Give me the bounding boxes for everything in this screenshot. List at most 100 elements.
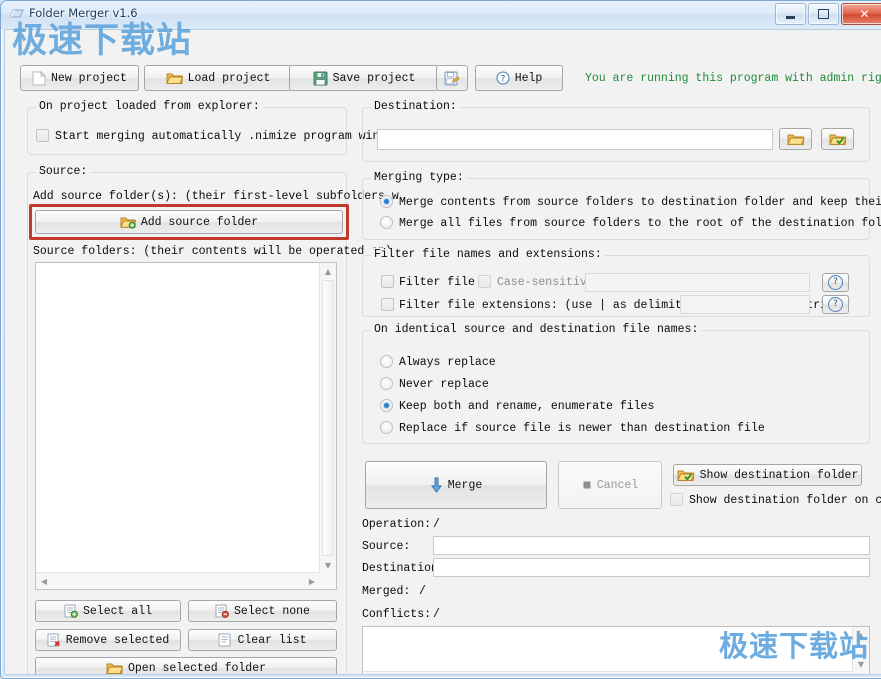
- question-icon: ?: [828, 275, 843, 290]
- add-source-folder-hint: Add source folder(s): (their first-level…: [33, 190, 399, 203]
- admin-rights-notice: You are running this program with admin …: [585, 72, 881, 85]
- scroll-left-icon[interactable]: ◀: [36, 573, 52, 589]
- clear-list-button[interactable]: Clear list: [188, 629, 337, 651]
- source-list-vertical-scrollbar[interactable]: ▲ ▼: [319, 263, 336, 589]
- question-icon: ?: [828, 297, 843, 312]
- svg-text:?: ?: [500, 74, 505, 84]
- maximize-icon: [818, 9, 829, 19]
- cancel-label: Cancel: [596, 478, 639, 492]
- identical-radio-0[interactable]: [380, 355, 393, 368]
- show-destination-folder-label: Show destination folder: [699, 468, 859, 482]
- scroll-down-icon[interactable]: ▼: [853, 656, 869, 672]
- new-project-button[interactable]: New project: [20, 65, 139, 91]
- merging-type-radio-0[interactable]: [380, 195, 393, 208]
- source-folders-list-label: Source folders: (their contents will be …: [33, 245, 392, 258]
- select-all-icon: [64, 604, 78, 618]
- save-disk-icon: [313, 71, 328, 86]
- show-destination-on-complete-label: Show destination folder on comple: [689, 494, 881, 507]
- title-bar[interactable]: Folder Merger v1.6 ✕: [1, 1, 881, 29]
- close-button[interactable]: ✕: [841, 3, 881, 25]
- log-horizontal-scrollbar[interactable]: ◀ ▶: [363, 671, 853, 674]
- folder-icon: [106, 661, 123, 674]
- save-project-as-button[interactable]: [436, 65, 468, 91]
- select-none-icon: [215, 604, 229, 618]
- maximize-button[interactable]: [808, 3, 839, 25]
- operation-value: /: [433, 518, 440, 531]
- identical-label-3: Replace if source file is newer than des…: [399, 422, 765, 435]
- start-merging-automatically-label: Start merging automatically .nimize prog…: [55, 130, 401, 143]
- stop-icon: [582, 480, 592, 490]
- open-selected-folder-button[interactable]: Open selected folder: [35, 657, 337, 674]
- scroll-left-icon[interactable]: ◀: [363, 672, 379, 674]
- form-surface: New project Load project Save project ? …: [5, 30, 881, 674]
- destination-group-legend: Destination:: [371, 100, 460, 113]
- identical-radio-2[interactable]: [380, 399, 393, 412]
- minimize-button[interactable]: [775, 3, 806, 25]
- filter-file-names-help-button[interactable]: ?: [822, 273, 849, 292]
- merge-label: Merge: [447, 478, 483, 492]
- folder-check-icon: [828, 132, 847, 146]
- filter-file-extensions-input[interactable]: [680, 295, 810, 314]
- merged-label: Merged:: [362, 585, 411, 598]
- show-destination-on-complete-checkbox[interactable]: [670, 493, 683, 506]
- scroll-up-icon[interactable]: ▲: [853, 627, 869, 643]
- log-output-box[interactable]: ▲ ▼ ◀ ▶: [362, 626, 870, 674]
- remove-selected-button[interactable]: Remove selected: [35, 629, 181, 651]
- log-v-thumb[interactable]: [855, 644, 867, 655]
- case-sensitive-checkbox[interactable]: [478, 275, 491, 288]
- merging-type-radio-1[interactable]: [380, 216, 393, 229]
- help-label: Help: [514, 71, 543, 85]
- save-project-button[interactable]: Save project: [289, 65, 439, 91]
- merge-arrow-icon: [430, 477, 443, 493]
- select-none-button[interactable]: Select none: [188, 600, 337, 622]
- identical-radio-3[interactable]: [380, 421, 393, 434]
- save-project-label: Save project: [332, 71, 416, 85]
- source-group-legend: Source:: [36, 165, 91, 178]
- case-sensitive-label: Case-sensitive: [497, 276, 594, 289]
- identical-radio-1[interactable]: [380, 377, 393, 390]
- cancel-button[interactable]: Cancel: [558, 461, 662, 509]
- close-icon: ✕: [859, 7, 870, 21]
- scroll-up-icon[interactable]: ▲: [320, 263, 336, 279]
- main-window: Folder Merger v1.6 ✕ New project Load pr…: [0, 0, 881, 679]
- browse-destination-button[interactable]: [779, 128, 812, 150]
- load-project-label: Load project: [187, 71, 271, 85]
- open-folder-icon: [165, 71, 183, 85]
- load-project-button[interactable]: Load project: [144, 65, 292, 91]
- remove-selected-icon: [47, 633, 61, 647]
- select-all-label: Select all: [82, 604, 152, 618]
- folder-check-icon: [676, 468, 695, 482]
- filter-file-names-input[interactable]: [585, 273, 810, 292]
- scroll-right-icon[interactable]: ▶: [304, 573, 320, 589]
- add-source-folder-button[interactable]: Add source folder: [35, 210, 343, 234]
- filter-file-names-checkbox[interactable]: [381, 275, 394, 288]
- identical-label-2: Keep both and rename, enumerate files: [399, 400, 655, 413]
- log-vertical-scrollbar[interactable]: ▲ ▼: [852, 627, 869, 674]
- scroll-right-icon[interactable]: ▶: [837, 672, 853, 674]
- add-source-folder-label: Add source folder: [140, 215, 259, 229]
- window-title: Folder Merger v1.6: [29, 6, 138, 20]
- source-list-v-thumb[interactable]: [322, 280, 334, 556]
- start-merging-automatically-checkbox[interactable]: [36, 129, 49, 142]
- show-destination-folder-button[interactable]: Show destination folder: [673, 464, 862, 486]
- open-folder-icon: [786, 132, 805, 146]
- destination-folder-input[interactable]: [377, 129, 773, 150]
- select-all-button[interactable]: Select all: [35, 600, 181, 622]
- filter-file-extensions-help-button[interactable]: ?: [822, 295, 849, 314]
- scroll-down-icon[interactable]: ▼: [320, 557, 336, 573]
- new-project-label: New project: [51, 71, 127, 85]
- filter-file-extensions-checkbox[interactable]: [381, 298, 394, 311]
- folder-window-icon: [9, 7, 25, 23]
- filter-group-legend: Filter file names and extensions:: [371, 248, 605, 261]
- application-window-root: Folder Merger v1.6 ✕ New project Load pr…: [0, 0, 881, 679]
- minimize-icon: [786, 15, 795, 19]
- merge-button[interactable]: Merge: [365, 461, 547, 509]
- help-button[interactable]: ? Help: [475, 65, 563, 91]
- destination-status-value: [433, 558, 870, 577]
- open-destination-button[interactable]: [821, 128, 854, 150]
- source-folders-listbox[interactable]: ▲ ▼ ◀ ▶: [35, 262, 337, 590]
- source-status-label: Source:: [362, 540, 411, 553]
- new-file-icon: [32, 70, 47, 86]
- source-list-horizontal-scrollbar[interactable]: ◀ ▶: [36, 572, 320, 589]
- merging-type-label-0: Merge contents from source folders to de…: [399, 196, 881, 209]
